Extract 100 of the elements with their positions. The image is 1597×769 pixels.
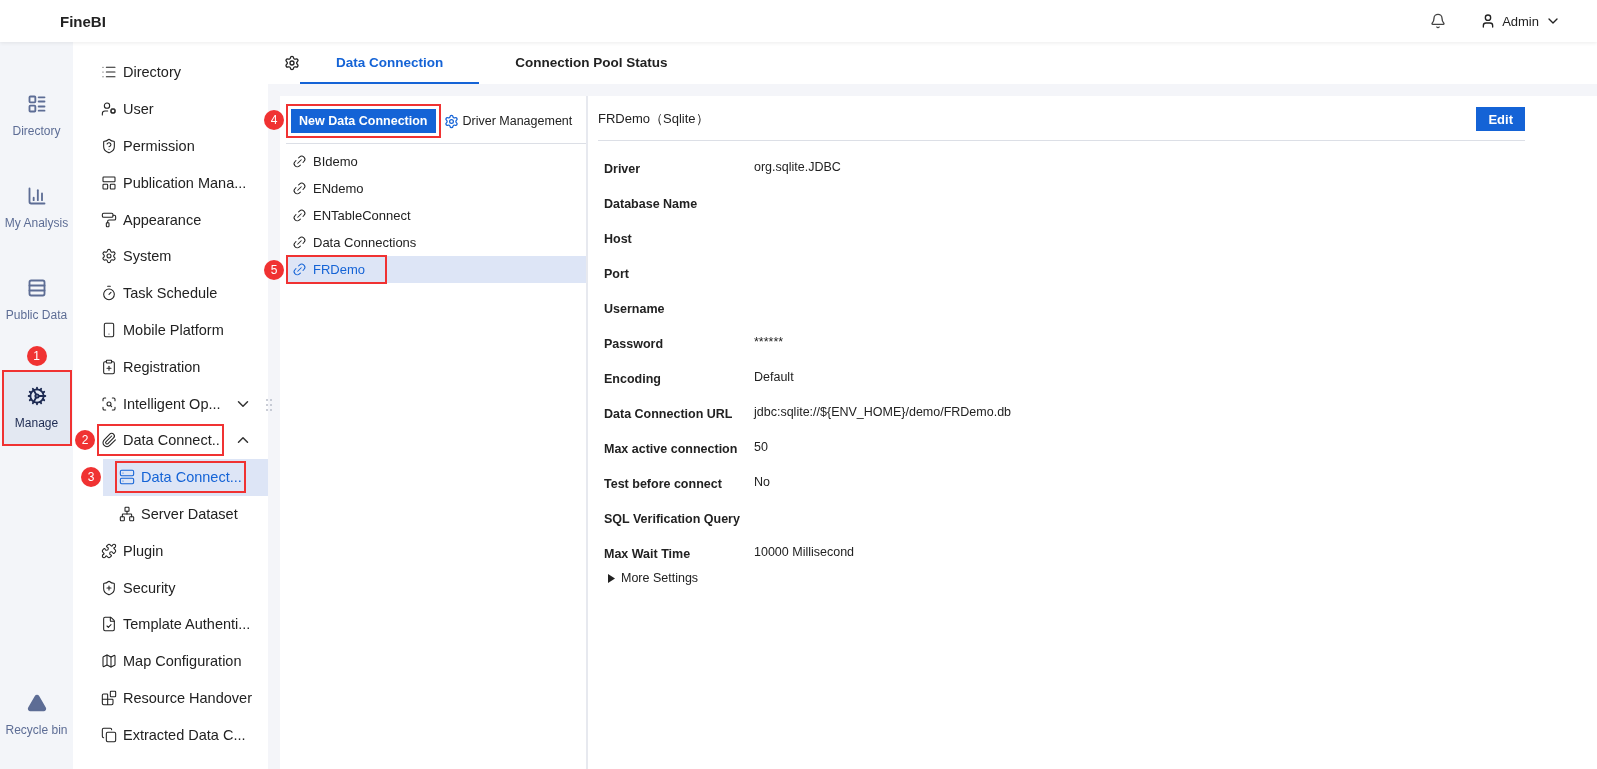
connection-item[interactable]: Data Connections bbox=[286, 229, 586, 256]
network-icon bbox=[119, 505, 135, 522]
menu-item[interactable]: Intelligent Op... bbox=[97, 385, 268, 422]
connection-title: FRDemo（Sqlite） bbox=[598, 110, 709, 128]
menu-item[interactable]: Permission bbox=[97, 127, 268, 165]
field-value: Default bbox=[754, 368, 795, 386]
bell-icon[interactable] bbox=[1430, 13, 1447, 29]
rail-item[interactable]: My Analysis bbox=[1, 162, 72, 254]
triangle-icon bbox=[26, 693, 47, 713]
new-connection-button[interactable]: New Data Connection bbox=[291, 109, 436, 133]
copy-icon bbox=[101, 726, 117, 743]
menu-label: System bbox=[123, 248, 172, 265]
paperclip-icon bbox=[101, 432, 117, 449]
field-value: ****** bbox=[754, 333, 785, 351]
connection-label: FRDemo bbox=[313, 262, 365, 277]
field-label: Test before connect bbox=[604, 475, 723, 493]
menu-item[interactable]: Extracted Data C... bbox=[97, 716, 268, 754]
menu-label: Map Configuration bbox=[123, 653, 242, 670]
rail-item[interactable]: Directory bbox=[1, 70, 72, 162]
field-label: Port bbox=[604, 265, 630, 283]
rail-label: Directory bbox=[12, 124, 61, 138]
menu-item[interactable]: Plugin bbox=[97, 532, 268, 570]
step-badge: 4 bbox=[264, 110, 284, 130]
layout-icon bbox=[101, 174, 117, 191]
rows-icon bbox=[26, 278, 47, 298]
rail-label: My Analysis bbox=[4, 216, 69, 230]
shield-icon bbox=[101, 579, 117, 596]
step-badge: 3 bbox=[81, 467, 101, 488]
menu-item[interactable]: Server Dataset bbox=[103, 495, 268, 533]
menu-label: Directory bbox=[123, 64, 181, 81]
menu-item[interactable]: Mobile Platform bbox=[97, 311, 268, 349]
menu-label: Data Connect.. bbox=[123, 432, 220, 449]
menu-label: Security bbox=[123, 579, 176, 596]
gear-icon bbox=[443, 113, 459, 129]
user-menu[interactable]: Admin bbox=[1474, 12, 1567, 30]
menu-label: User bbox=[123, 101, 154, 118]
map-icon bbox=[101, 653, 117, 670]
connection-item[interactable]: ENTableConnect bbox=[286, 202, 586, 229]
rail-item[interactable]: Recycle bin bbox=[1, 669, 72, 761]
paint-roller-icon bbox=[101, 211, 117, 228]
field-label: Data Connection URL bbox=[604, 405, 734, 423]
driver-management-button[interactable]: Driver Management bbox=[443, 113, 573, 129]
menu-label: Permission bbox=[123, 138, 195, 154]
menu-item[interactable]: Appearance bbox=[97, 201, 268, 238]
document-icon bbox=[101, 616, 117, 633]
timer-icon bbox=[101, 285, 117, 302]
rail-label: Manage bbox=[14, 416, 59, 430]
rail-item[interactable]: Manage bbox=[1, 370, 72, 446]
field-label: Encoding bbox=[604, 370, 662, 388]
clipboard-icon bbox=[101, 358, 117, 375]
field-value: 50 bbox=[754, 438, 769, 456]
menu-label: Intelligent Op... bbox=[123, 395, 221, 412]
connection-item[interactable]: FRDemo bbox=[286, 256, 586, 283]
rail-label: Recycle bin bbox=[5, 723, 68, 737]
menu-item[interactable]: Template Authenti... bbox=[97, 605, 268, 643]
search-icon bbox=[101, 395, 117, 412]
field-label: Driver bbox=[604, 160, 642, 178]
connection-item[interactable]: ENdemo bbox=[286, 175, 586, 202]
tab[interactable]: Connection Pool Status bbox=[479, 42, 704, 84]
rail-label: Public Data bbox=[5, 308, 68, 322]
field-label: Max active connection bbox=[604, 440, 739, 458]
puzzle-icon bbox=[101, 542, 117, 559]
step-badge: 5 bbox=[264, 260, 284, 280]
field-label: Password bbox=[604, 335, 665, 353]
tab[interactable]: Data Connection bbox=[300, 42, 480, 84]
connection-label: Data Connections bbox=[313, 235, 417, 250]
field-label: SQL Verification Query bbox=[604, 510, 741, 528]
menu-item[interactable]: Resource Handover bbox=[97, 679, 268, 717]
menu-label: Data Connect... bbox=[141, 469, 242, 486]
menu-label: Appearance bbox=[123, 211, 202, 228]
server-icon bbox=[119, 469, 135, 486]
drag-handle-icon[interactable] bbox=[265, 398, 273, 412]
menu-item[interactable]: Data Connect... bbox=[103, 458, 268, 496]
edit-button[interactable]: Edit bbox=[1476, 107, 1525, 131]
menu-label: Server Dataset bbox=[141, 505, 238, 522]
field-value: org.sqlite.JDBC bbox=[754, 158, 842, 176]
field-label: Database Name bbox=[604, 195, 699, 213]
field-label: Username bbox=[604, 300, 666, 318]
settings-icon[interactable] bbox=[284, 55, 300, 71]
menu-item[interactable]: Map Configuration bbox=[97, 642, 268, 680]
field-value: 10000 Millisecond bbox=[754, 543, 856, 561]
connection-label: ENTableConnect bbox=[313, 208, 411, 223]
step-badge: 2 bbox=[75, 430, 95, 451]
app-logo: FineBI bbox=[60, 12, 107, 30]
triangle-right-icon bbox=[608, 573, 615, 583]
blocks-icon bbox=[101, 689, 117, 706]
menu-label: Resource Handover bbox=[123, 689, 252, 706]
user-icon bbox=[101, 101, 117, 118]
menu-item[interactable]: Registration bbox=[97, 348, 268, 386]
bar-chart-icon bbox=[26, 186, 47, 206]
field-value: jdbc:sqlite://${ENV_HOME}/demo/FRDemo.db bbox=[754, 403, 1013, 421]
gear-icon bbox=[26, 386, 47, 406]
phone-icon bbox=[101, 321, 117, 338]
field-label: Max Wait Time bbox=[604, 545, 692, 563]
more-settings-toggle[interactable]: More Settings bbox=[598, 571, 699, 585]
menu-item[interactable]: Directory bbox=[97, 54, 268, 91]
menu-item[interactable]: Publication Mana... bbox=[97, 164, 268, 202]
connection-item[interactable]: BIdemo bbox=[286, 148, 586, 175]
rail-item[interactable]: Public Data bbox=[1, 254, 72, 346]
menu-item[interactable]: Security bbox=[97, 569, 268, 606]
